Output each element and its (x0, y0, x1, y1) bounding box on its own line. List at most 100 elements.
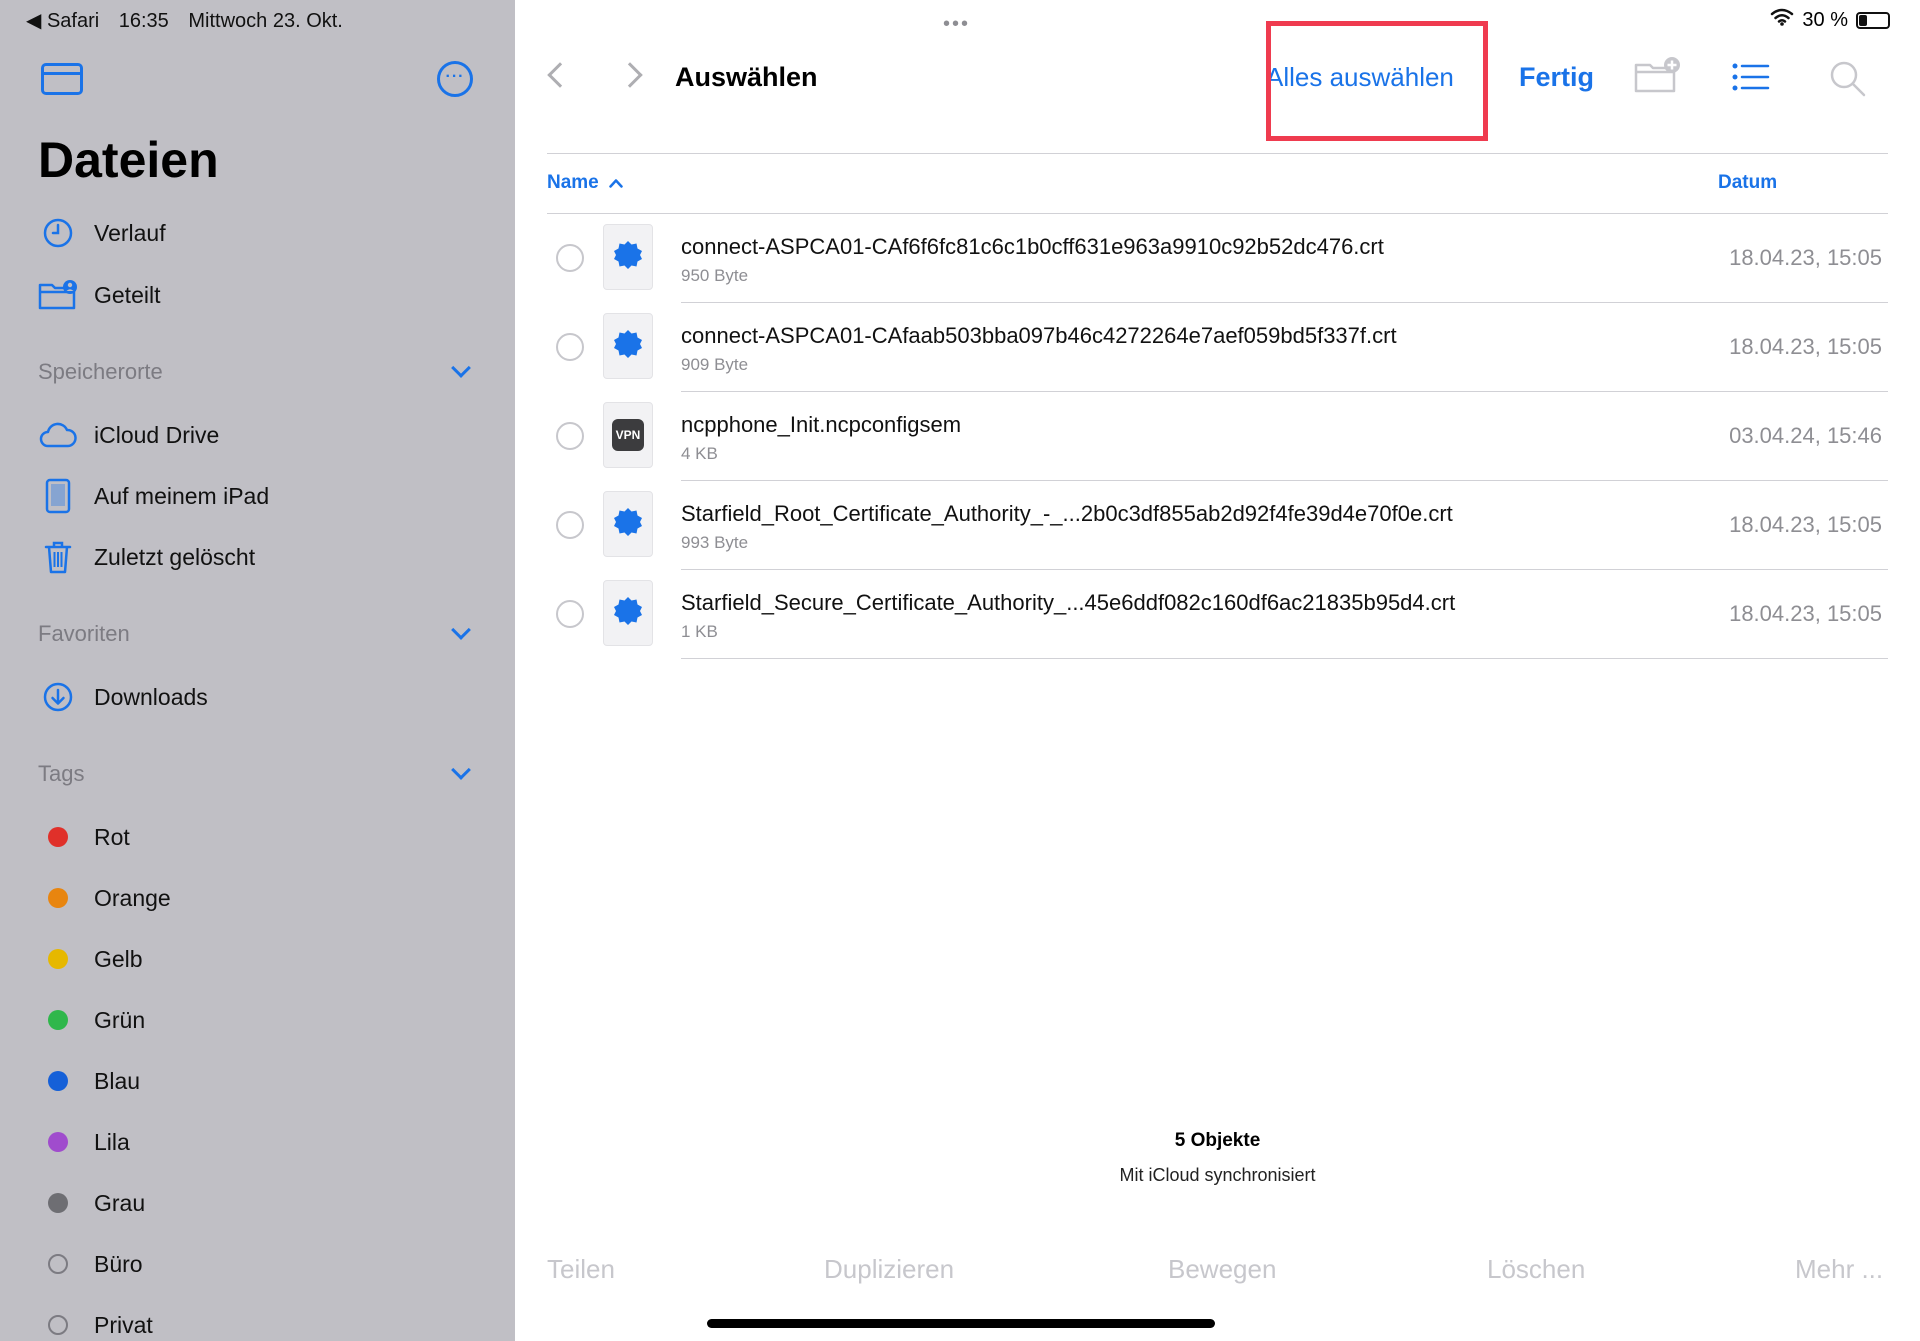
sidebar-toggle-icon[interactable] (41, 63, 83, 95)
select-radio[interactable] (556, 600, 584, 628)
sidebar-item-geteilt[interactable]: Geteilt (38, 275, 478, 315)
status-time: 16:35 (118, 10, 169, 32)
tag-color-dot (48, 1193, 68, 1213)
row-divider (681, 658, 1888, 659)
file-row[interactable]: VPN ncpphone_Init.ncpconfigsem 4 KB 03.04.2… (547, 392, 1888, 481)
search-icon[interactable] (1829, 60, 1867, 103)
new-folder-icon[interactable] (1634, 55, 1682, 100)
sidebar-item-label: Downloads (94, 683, 208, 710)
shared-folder-icon (38, 275, 78, 315)
select-radio[interactable] (556, 511, 584, 539)
sidebar-item-tag[interactable]: Grün (38, 1000, 478, 1040)
sidebar-title: Dateien (38, 132, 219, 188)
chevron-down-icon[interactable] (451, 358, 471, 378)
file-size: 1 KB (681, 622, 718, 641)
done-button[interactable]: Fertig (1519, 62, 1594, 93)
select-radio[interactable] (556, 422, 584, 450)
share-button[interactable]: Teilen (547, 1254, 615, 1285)
sidebar-item-tag[interactable]: Lila (38, 1122, 478, 1162)
sidebar-item-tag[interactable]: Privat (38, 1305, 478, 1341)
tag-dot-icon (38, 939, 78, 979)
home-indicator[interactable] (707, 1319, 1215, 1328)
sidebar-item-tag[interactable]: Grau (38, 1183, 478, 1223)
chevron-down-icon[interactable] (451, 620, 471, 640)
file-name: Starfield_Secure_Certificate_Authority_.… (681, 590, 1456, 615)
more-options-icon[interactable]: ··· (437, 61, 473, 97)
sidebar-item-label: Orange (94, 884, 171, 911)
file-date: 18.04.23, 15:05 (1729, 334, 1882, 359)
section-header-favorites[interactable]: Favoriten (38, 616, 478, 652)
file-row[interactable]: connect-ASPCA01-CAf6f6fc81c6c1b0cff631e9… (547, 214, 1888, 303)
page-title: Auswählen (675, 62, 818, 92)
section-title: Favoriten (38, 621, 130, 646)
chevron-down-icon[interactable] (451, 760, 471, 780)
file-name: ncpphone_Init.ncpconfigsem (681, 412, 962, 437)
column-name-label: Name (547, 172, 599, 193)
status-date: Mittwoch 23. Okt. (188, 10, 343, 32)
sidebar-item-on-my-ipad[interactable]: Auf meinem iPad (38, 476, 478, 516)
vpn-icon: VPN (612, 419, 644, 451)
tag-dot-icon (38, 878, 78, 918)
file-name: Starfield_Root_Certificate_Authority_-_.… (681, 501, 1453, 526)
file-date: 18.04.23, 15:05 (1729, 512, 1882, 537)
forward-chevron-icon[interactable] (617, 62, 643, 88)
chevron-up-icon (609, 179, 623, 188)
tag-dot-icon (38, 1061, 78, 1101)
download-icon (38, 677, 78, 717)
sidebar-item-label: Verlauf (94, 219, 166, 246)
sidebar-item-label: Grau (94, 1189, 146, 1216)
sidebar-item-tag[interactable]: Rot (38, 817, 478, 857)
tag-dot-icon (38, 1183, 78, 1223)
file-icon (603, 580, 653, 646)
section-header-locations[interactable]: Speicherorte (38, 354, 478, 390)
sidebar-item-label: Zuletzt gelöscht (94, 543, 256, 570)
select-radio[interactable] (556, 244, 584, 272)
file-size: 4 KB (681, 444, 718, 463)
sidebar-item-downloads[interactable]: Downloads (38, 677, 478, 717)
wifi-icon (1770, 8, 1794, 32)
multitasking-handle[interactable]: ••• (943, 13, 970, 36)
sidebar-item-label: Büro (94, 1250, 143, 1277)
delete-button[interactable]: Löschen (1487, 1254, 1585, 1285)
file-icon (603, 224, 653, 290)
sidebar-item-tag[interactable]: Büro (38, 1244, 478, 1284)
column-header-date[interactable]: Datum (1718, 172, 1777, 194)
move-button[interactable]: Bewegen (1168, 1254, 1276, 1285)
file-icon (603, 313, 653, 379)
file-date: 18.04.23, 15:05 (1729, 601, 1882, 626)
sidebar-item-label: Privat (94, 1311, 153, 1338)
certificate-icon (613, 596, 643, 631)
certificate-icon (613, 507, 643, 542)
certificate-icon (613, 240, 643, 275)
sidebar-item-label: Gelb (94, 945, 143, 972)
sidebar-item-recently-deleted[interactable]: Zuletzt gelöscht (38, 537, 478, 577)
sidebar-item-label: Blau (94, 1067, 141, 1094)
file-row[interactable]: Starfield_Secure_Certificate_Authority_.… (547, 570, 1888, 659)
sidebar-item-tag[interactable]: Orange (38, 878, 478, 918)
list-view-icon[interactable] (1732, 62, 1770, 97)
select-radio[interactable] (556, 333, 584, 361)
ipad-icon (38, 476, 78, 516)
column-header-name[interactable]: Name (547, 172, 623, 194)
file-size: 909 Byte (681, 355, 749, 374)
sidebar-item-icloud-drive[interactable]: iCloud Drive (38, 415, 478, 455)
more-button[interactable]: Mehr ... (1795, 1254, 1883, 1285)
section-title: Tags (38, 761, 85, 786)
duplicate-button[interactable]: Duplizieren (824, 1254, 954, 1285)
certificate-icon (613, 329, 643, 364)
back-chevron-icon[interactable] (547, 62, 573, 88)
sidebar-item-verlauf[interactable]: Verlauf (38, 213, 478, 253)
file-row[interactable]: connect-ASPCA01-CAfaab503bba097b46c42722… (547, 303, 1888, 392)
status-bar-right: 30 % (1770, 8, 1890, 32)
select-all-button[interactable]: Alles auswählen (1266, 62, 1454, 93)
section-header-tags[interactable]: Tags (38, 756, 478, 792)
file-row[interactable]: Starfield_Root_Certificate_Authority_-_.… (547, 481, 1888, 570)
back-to-app[interactable]: ◀ Safari (26, 10, 99, 32)
file-name: connect-ASPCA01-CAfaab503bba097b46c42722… (681, 323, 1397, 348)
clock-icon (38, 213, 78, 253)
header-divider (547, 153, 1888, 154)
main-content: ••• 30 % Auswählen Alles auswählen Ferti… (515, 0, 1920, 1341)
sidebar-item-tag[interactable]: Blau (38, 1061, 478, 1101)
sidebar-item-tag[interactable]: Gelb (38, 939, 478, 979)
tag-color-dot (48, 1315, 68, 1335)
